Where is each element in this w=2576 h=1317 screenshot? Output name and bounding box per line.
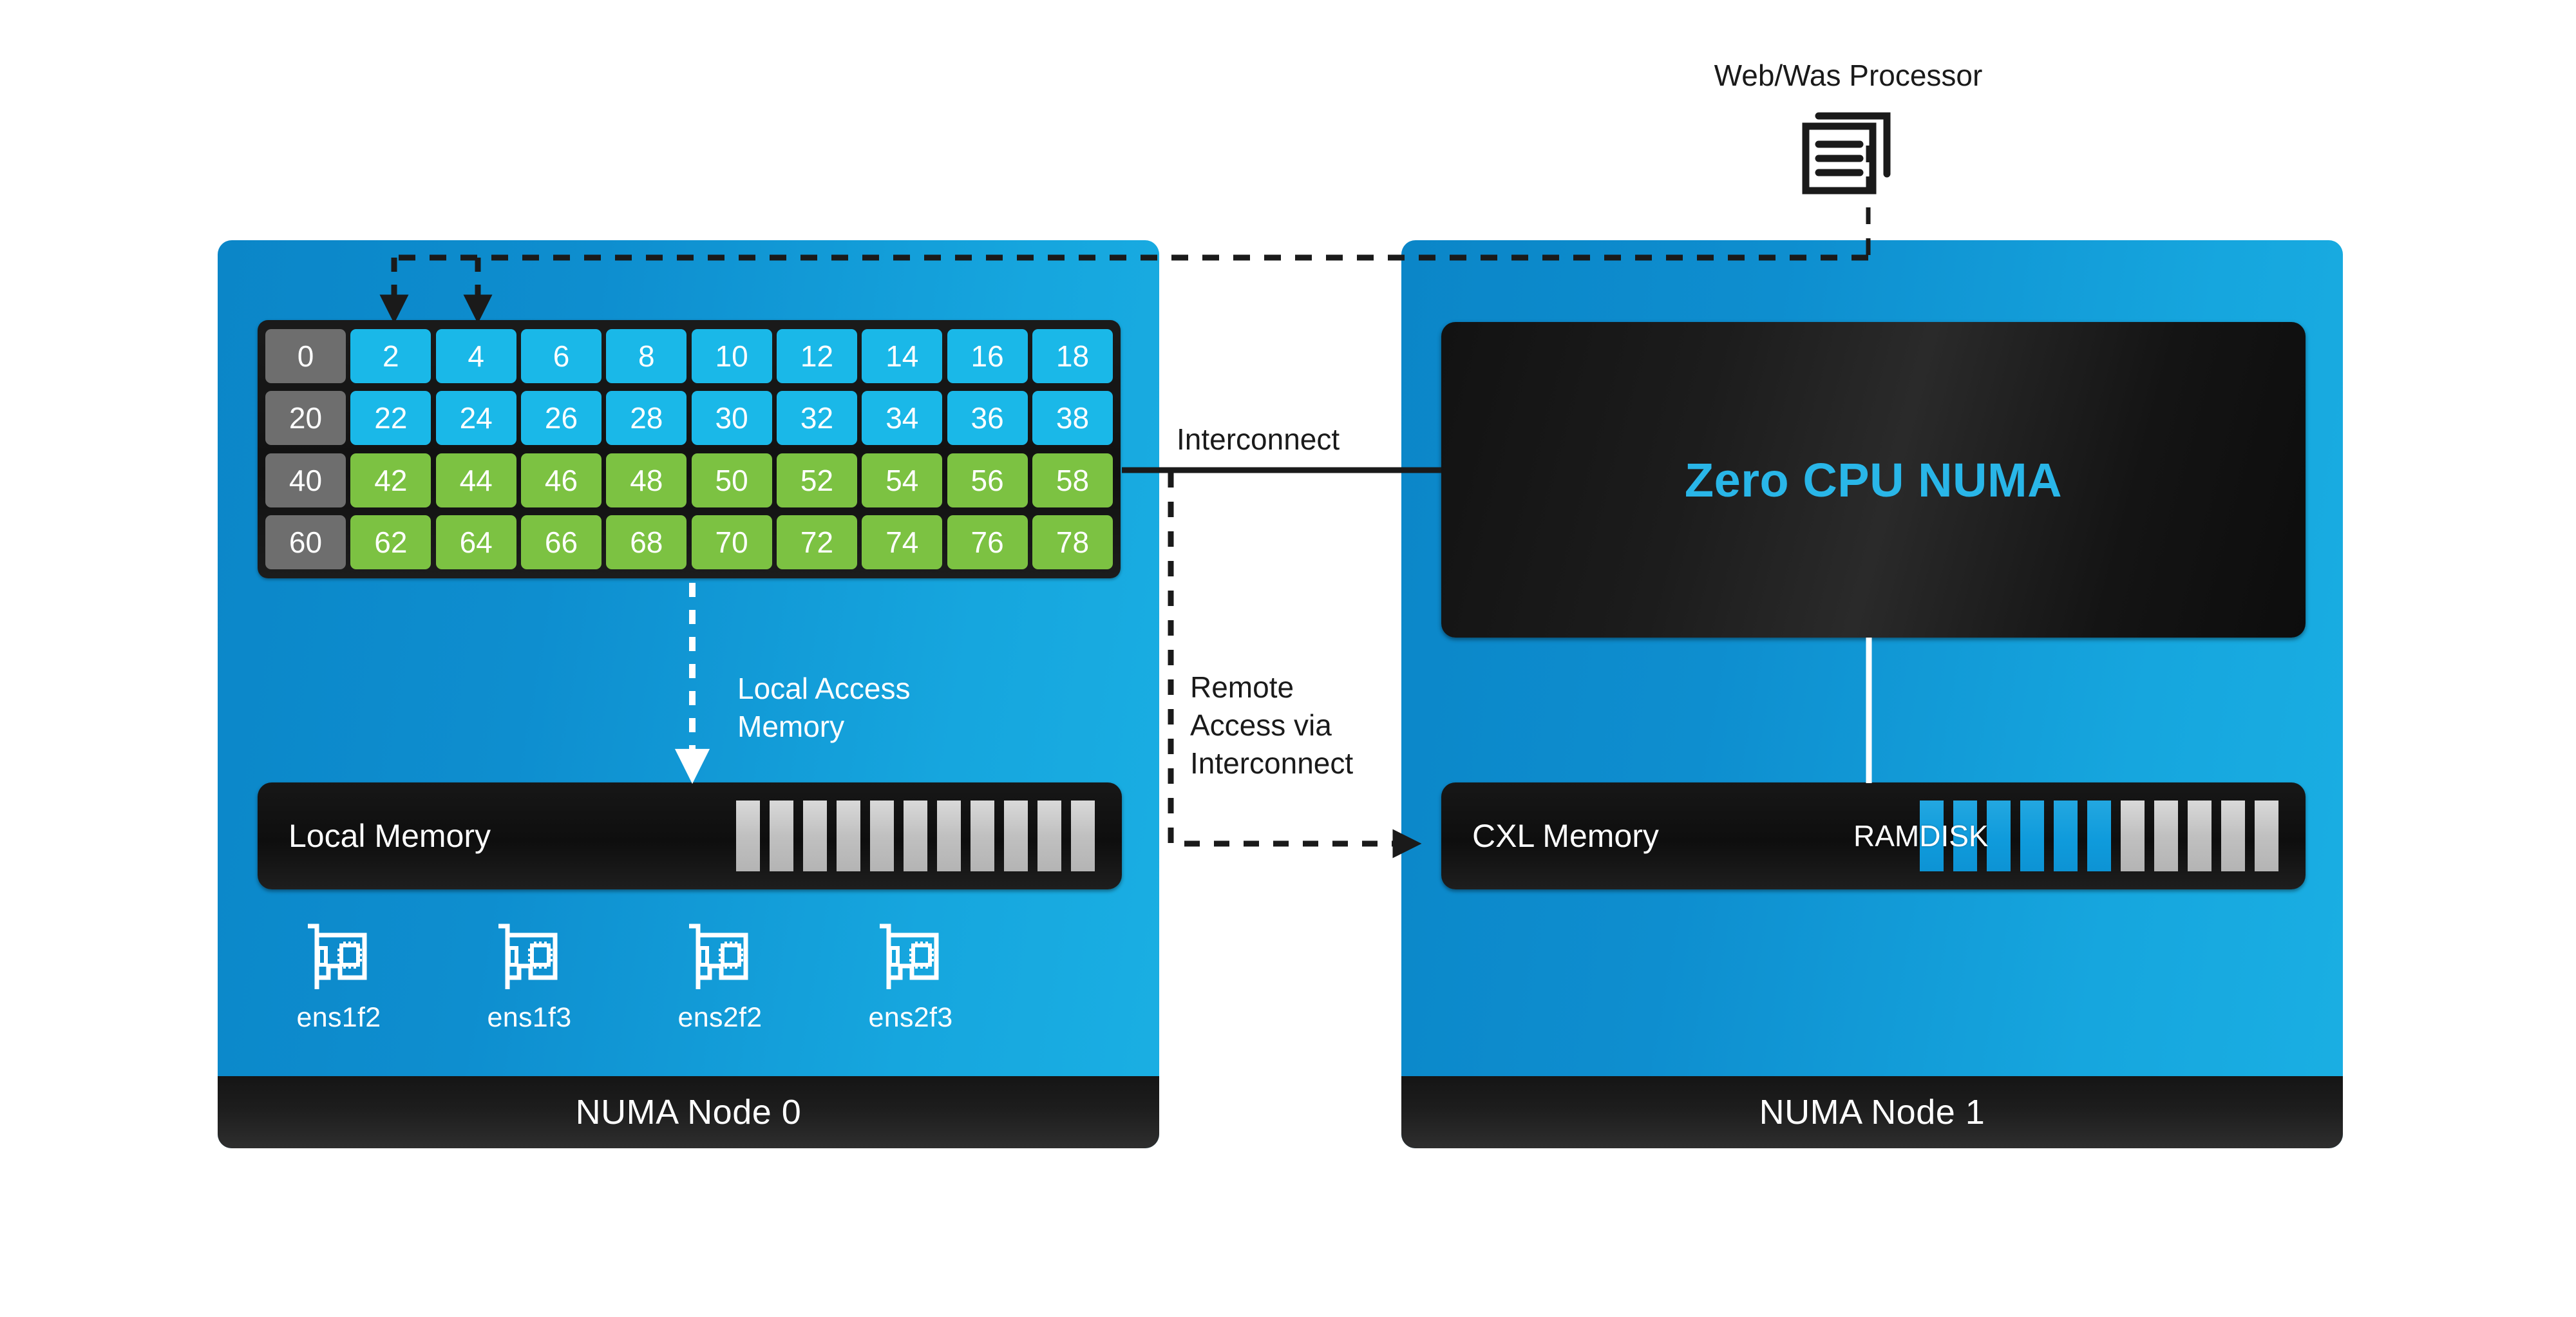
memory-slot [2087, 801, 2111, 871]
network-card-icon [689, 924, 748, 989]
cpu-core-cell: 66 [520, 515, 601, 569]
cpu-core-cell: 44 [435, 453, 516, 507]
network-interface-card: ens1f2 [270, 922, 407, 1064]
memory-slot [803, 801, 827, 871]
memory-slot [2221, 801, 2245, 871]
cpu-core-cell: 32 [776, 391, 857, 446]
cpu-core-cell: 58 [1032, 453, 1113, 507]
cpu-core-cell: 36 [947, 391, 1028, 446]
memory-slot [1004, 801, 1028, 871]
memory-slot [904, 801, 927, 871]
memory-slot [870, 801, 894, 871]
memory-slot [770, 801, 793, 871]
numa-node-1-footer: NUMA Node 1 [1401, 1076, 2343, 1148]
numa-node-1-label: NUMA Node 1 [1759, 1093, 1985, 1132]
local-access-memory-label: Local Access Memory [737, 672, 911, 743]
cpu-core-cell: 38 [1032, 391, 1113, 446]
cpu-core-cell: 54 [862, 453, 943, 507]
numa-node-0-label: NUMA Node 0 [575, 1093, 802, 1132]
web-was-processor-title: Web/Was Processor [1714, 59, 1983, 92]
cpu-core-cell: 34 [862, 391, 943, 446]
cpu-core-cell: 16 [947, 329, 1028, 383]
network-interface-card: ens2f3 [842, 922, 979, 1064]
cpu-core-cell: 50 [691, 453, 772, 507]
cpu-core-cell: 30 [691, 391, 772, 446]
cpu-core-cell: 62 [350, 515, 431, 569]
documents-icon [1802, 112, 1891, 194]
cpu-core-cell: 18 [1032, 329, 1113, 383]
cpu-core-cell: 4 [435, 329, 516, 383]
network-interface-label: ens1f3 [487, 1002, 572, 1033]
cpu-row: 0 2 4 6 8 10 12 14 16 18 [265, 329, 1113, 383]
cpu-core-cell: 70 [691, 515, 772, 569]
cpu-row: 60 62 64 66 68 70 72 74 76 78 [265, 515, 1113, 569]
cpu-core-cell: 24 [435, 391, 516, 446]
network-card-icon [880, 924, 939, 989]
network-interface-label: ens1f2 [296, 1002, 381, 1033]
memory-slot [2154, 801, 2178, 871]
web-was-processor: Web/Was Processor [1687, 58, 2009, 194]
cpu-core-cell: 42 [350, 453, 431, 507]
remote-access-label: Remote Access via Interconnect [1190, 670, 1354, 780]
cpu-core-cell: 0 [265, 329, 346, 383]
cpu-core-cell: 40 [265, 453, 346, 507]
cpu-core-cell: 64 [435, 515, 516, 569]
cpu-core-cell: 76 [947, 515, 1028, 569]
cpu-core-cell: 10 [691, 329, 772, 383]
memory-slot [2255, 801, 2278, 871]
cpu-core-cell: 60 [265, 515, 346, 569]
network-interface-card: ens1f3 [461, 922, 598, 1064]
cxl-memory-bar: CXL Memory RAMDISK [1441, 782, 2306, 889]
local-memory-label: Local Memory [289, 818, 491, 854]
cpu-core-cell: 22 [350, 391, 431, 446]
cxl-memory-label: CXL Memory [1472, 818, 1659, 854]
network-interface-row: ens1f2 ens1f3 ens2f2 ens2f3 [270, 922, 1108, 1064]
cpu-core-cell: 56 [947, 453, 1028, 507]
ramdisk-label: RAMDISK [1853, 819, 1989, 853]
numa-node-0-footer: NUMA Node 0 [218, 1076, 1159, 1148]
cpu-core-cell: 48 [606, 453, 687, 507]
cpu-core-cell: 78 [1032, 515, 1113, 569]
diagram-canvas: Web/Was Processor NUMA Node 0 0 2 4 6 8 10 12 1… [0, 0, 2576, 1317]
network-interface-label: ens2f2 [677, 1002, 762, 1033]
cpu-core-cell: 28 [606, 391, 687, 446]
memory-slot [2054, 801, 2078, 871]
cpu-core-cell: 74 [862, 515, 943, 569]
cpu-core-cell: 8 [606, 329, 687, 383]
network-interface-label: ens2f3 [868, 1002, 953, 1033]
memory-slot [2020, 801, 2044, 871]
cpu-core-grid: 0 2 4 6 8 10 12 14 16 18 20 22 24 26 28 30 32 34 36 38 40 42 4… [258, 320, 1121, 578]
cpu-row: 40 42 44 46 48 50 52 54 56 58 [265, 453, 1113, 507]
cpu-core-cell: 2 [350, 329, 431, 383]
cpu-core-cell: 6 [520, 329, 601, 383]
memory-slot [2188, 801, 2211, 871]
memory-slot [1071, 801, 1095, 871]
network-card-icon [498, 924, 558, 989]
cpu-core-cell: 20 [265, 391, 346, 446]
cpu-core-cell: 68 [606, 515, 687, 569]
memory-slot [736, 801, 760, 871]
zero-cpu-numa-panel: Zero CPU NUMA [1441, 322, 2306, 638]
zero-cpu-numa-label: Zero CPU NUMA [1684, 453, 2063, 507]
network-interface-card: ens2f2 [652, 922, 788, 1064]
memory-slot [1037, 801, 1061, 871]
network-card-icon [308, 924, 367, 989]
memory-slot [937, 801, 961, 871]
cpu-core-cell: 72 [776, 515, 857, 569]
cpu-core-cell: 14 [862, 329, 943, 383]
cpu-core-cell: 26 [520, 391, 601, 446]
local-memory-slots [736, 801, 1095, 871]
interconnect-label: Interconnect [1177, 422, 1340, 456]
memory-slot [1987, 801, 2011, 871]
cpu-core-cell: 12 [776, 329, 857, 383]
memory-slot [971, 801, 994, 871]
memory-slot [837, 801, 860, 871]
memory-slot [2121, 801, 2145, 871]
cpu-row: 20 22 24 26 28 30 32 34 36 38 [265, 391, 1113, 446]
cpu-core-cell: 46 [520, 453, 601, 507]
local-memory-bar: Local Memory [258, 782, 1122, 889]
cpu-core-cell: 52 [776, 453, 857, 507]
